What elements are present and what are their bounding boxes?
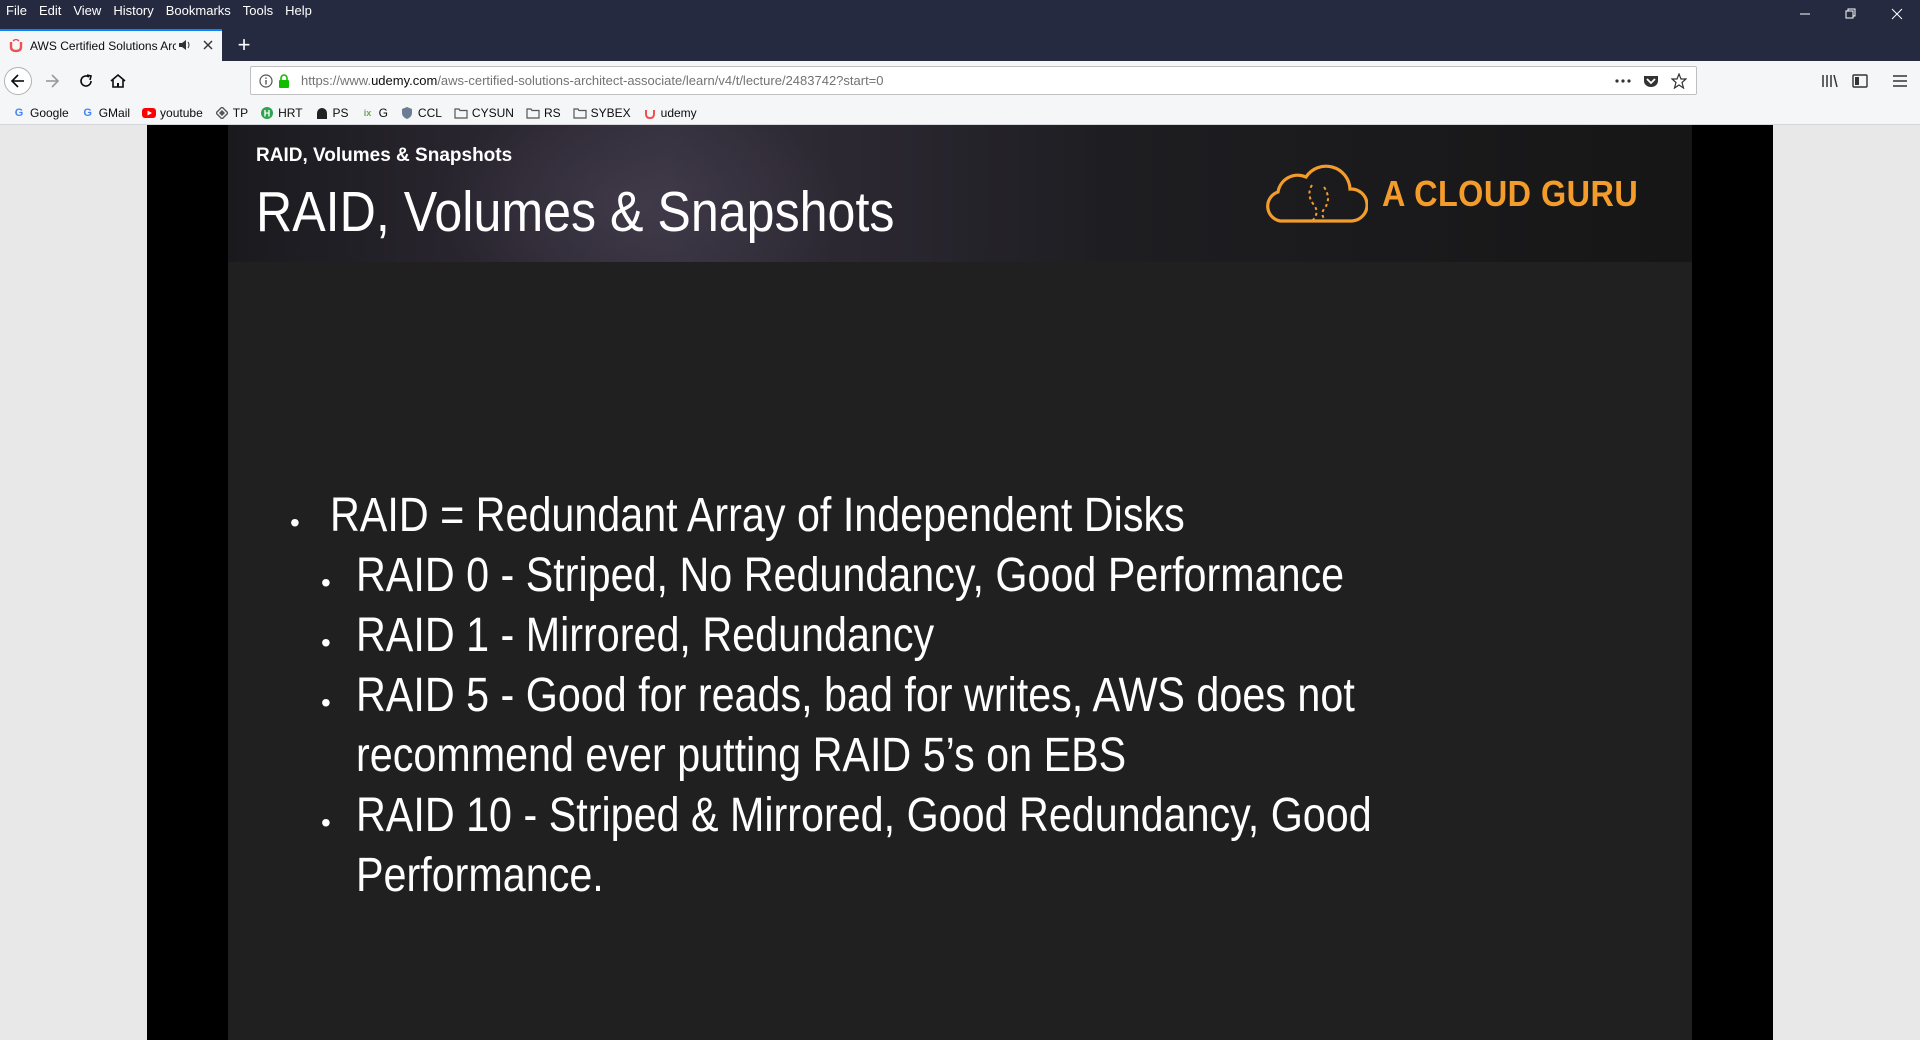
youtube-icon xyxy=(142,106,157,120)
minimize-icon xyxy=(1800,13,1810,15)
browser-titlebar: File Edit View History Bookmarks Tools H… xyxy=(0,0,1920,61)
minimize-button[interactable] xyxy=(1782,0,1828,28)
hrt-icon: H xyxy=(260,106,274,120)
library-icon xyxy=(1822,74,1838,88)
cloud-logo-icon xyxy=(1266,164,1368,223)
url-text: https://www.udemy.com/aws-certified-solu… xyxy=(301,73,884,88)
forward-button[interactable] xyxy=(38,67,66,95)
hamburger-icon xyxy=(1893,75,1907,87)
menu-view[interactable]: View xyxy=(73,3,101,18)
speaker-icon[interactable] xyxy=(178,39,194,54)
folder-icon xyxy=(573,106,587,120)
bullet-dot-icon: • xyxy=(290,507,300,538)
back-button[interactable] xyxy=(4,67,32,95)
sub-bullet-raid1: RAID 1 - Mirrored, Redundancy xyxy=(356,609,935,662)
bookmark-gmail[interactable]: G GMail xyxy=(81,106,130,120)
sidebar-button[interactable] xyxy=(1848,69,1872,93)
arrow-right-icon xyxy=(46,74,60,88)
arrow-left-icon xyxy=(10,74,24,88)
video-player[interactable]: RAID, Volumes & Snapshots RAID, Volumes … xyxy=(147,125,1773,1040)
lecture-slide: RAID, Volumes & Snapshots RAID, Volumes … xyxy=(228,125,1692,1040)
sub-bullet-raid10-line2: Performance. xyxy=(356,849,604,902)
reload-icon xyxy=(80,74,92,87)
reload-button[interactable] xyxy=(72,67,100,95)
library-button[interactable] xyxy=(1818,69,1842,93)
page-actions-icon[interactable] xyxy=(1614,72,1632,90)
close-window-icon xyxy=(1891,8,1903,20)
star-icon[interactable] xyxy=(1670,72,1688,90)
close-window-button[interactable] xyxy=(1874,0,1920,28)
svg-text:H: H xyxy=(264,108,271,118)
sub-bullet-raid0: RAID 0 - Striped, No Redundancy, Good Pe… xyxy=(356,549,1345,602)
menu-file[interactable]: File xyxy=(6,3,27,18)
home-button[interactable] xyxy=(104,67,132,95)
slide-title: RAID, Volumes & Snapshots xyxy=(256,180,895,244)
menu-tools[interactable]: Tools xyxy=(243,3,273,18)
plus-icon: + xyxy=(237,32,251,57)
menu-history[interactable]: History xyxy=(113,3,153,18)
menu-bookmarks[interactable]: Bookmarks xyxy=(166,3,231,18)
restore-button[interactable] xyxy=(1828,0,1874,28)
udemy-icon xyxy=(643,106,657,120)
bullet-dot-icon: • xyxy=(321,807,331,838)
home-icon xyxy=(110,73,126,88)
tab-title: AWS Certified Solutions Arc xyxy=(30,39,176,53)
pocket-icon[interactable] xyxy=(1642,72,1660,90)
bullet-dot-icon: • xyxy=(321,687,331,718)
sub-bullet-raid10-line1: RAID 10 - Striped & Mirrored, Good Redun… xyxy=(356,789,1372,842)
lock-icon[interactable] xyxy=(275,72,293,90)
logo-text: A CLOUD GURU xyxy=(1382,173,1639,214)
slide-small-title: RAID, Volumes & Snapshots xyxy=(256,145,513,166)
close-tab-icon[interactable] xyxy=(200,37,216,55)
bookmark-folder-cysun[interactable]: CYSUN xyxy=(454,106,514,120)
navigation-bar: https://www.udemy.com/aws-certified-solu… xyxy=(0,61,1920,101)
bookmarks-toolbar: G Google G GMail youtube TP H HRT PS ix G CC… xyxy=(0,101,1920,125)
shield-icon xyxy=(400,106,414,120)
url-bar[interactable]: https://www.udemy.com/aws-certified-solu… xyxy=(250,66,1697,95)
menu-help[interactable]: Help xyxy=(285,3,312,18)
slide-header: RAID, Volumes & Snapshots RAID, Volumes … xyxy=(228,125,1692,262)
menu-edit[interactable]: Edit xyxy=(39,3,61,18)
bookmark-google[interactable]: G Google xyxy=(12,106,69,120)
bullet-dot-icon: • xyxy=(321,567,331,598)
bookmark-udemy[interactable]: udemy xyxy=(643,106,697,120)
folder-icon xyxy=(454,106,468,120)
info-icon[interactable] xyxy=(257,72,275,90)
bookmark-youtube[interactable]: youtube xyxy=(142,106,203,120)
google-icon: G xyxy=(14,106,24,119)
restore-icon xyxy=(1845,8,1856,19)
bookmark-folder-rs[interactable]: RS xyxy=(526,106,561,120)
menu-button[interactable] xyxy=(1888,69,1912,93)
menu-bar: File Edit View History Bookmarks Tools H… xyxy=(0,0,324,20)
bookmark-ccl[interactable]: CCL xyxy=(400,106,442,120)
ps-icon xyxy=(315,106,329,120)
udemy-favicon-icon xyxy=(8,38,24,54)
page-content: RAID, Volumes & Snapshots RAID, Volumes … xyxy=(0,125,1920,1040)
ixl-icon: ix xyxy=(363,107,372,118)
bullet-main: RAID = Redundant Array of Independent Di… xyxy=(330,489,1185,542)
sidebar-icon xyxy=(1852,74,1868,88)
a-cloud-guru-logo: A CLOUD GURU xyxy=(1262,161,1667,227)
sub-bullet-raid5-line2: recommend ever putting RAID 5’s on EBS xyxy=(356,729,1127,782)
sub-bullet-raid5-line1: RAID 5 - Good for reads, bad for writes,… xyxy=(356,669,1355,722)
google-icon: G xyxy=(83,106,92,119)
bookmark-hrt[interactable]: H HRT xyxy=(260,106,303,120)
bookmark-g[interactable]: ix G xyxy=(361,106,388,120)
tab-active[interactable]: AWS Certified Solutions Arc xyxy=(0,29,222,61)
bullet-dot-icon: • xyxy=(321,627,331,658)
folder-icon xyxy=(526,106,540,120)
new-tab-button[interactable]: + xyxy=(230,31,258,59)
diamond-icon xyxy=(215,106,229,120)
bookmark-tp[interactable]: TP xyxy=(215,106,248,120)
bookmark-folder-sybex[interactable]: SYBEX xyxy=(573,106,631,120)
bookmark-ps[interactable]: PS xyxy=(315,106,349,120)
